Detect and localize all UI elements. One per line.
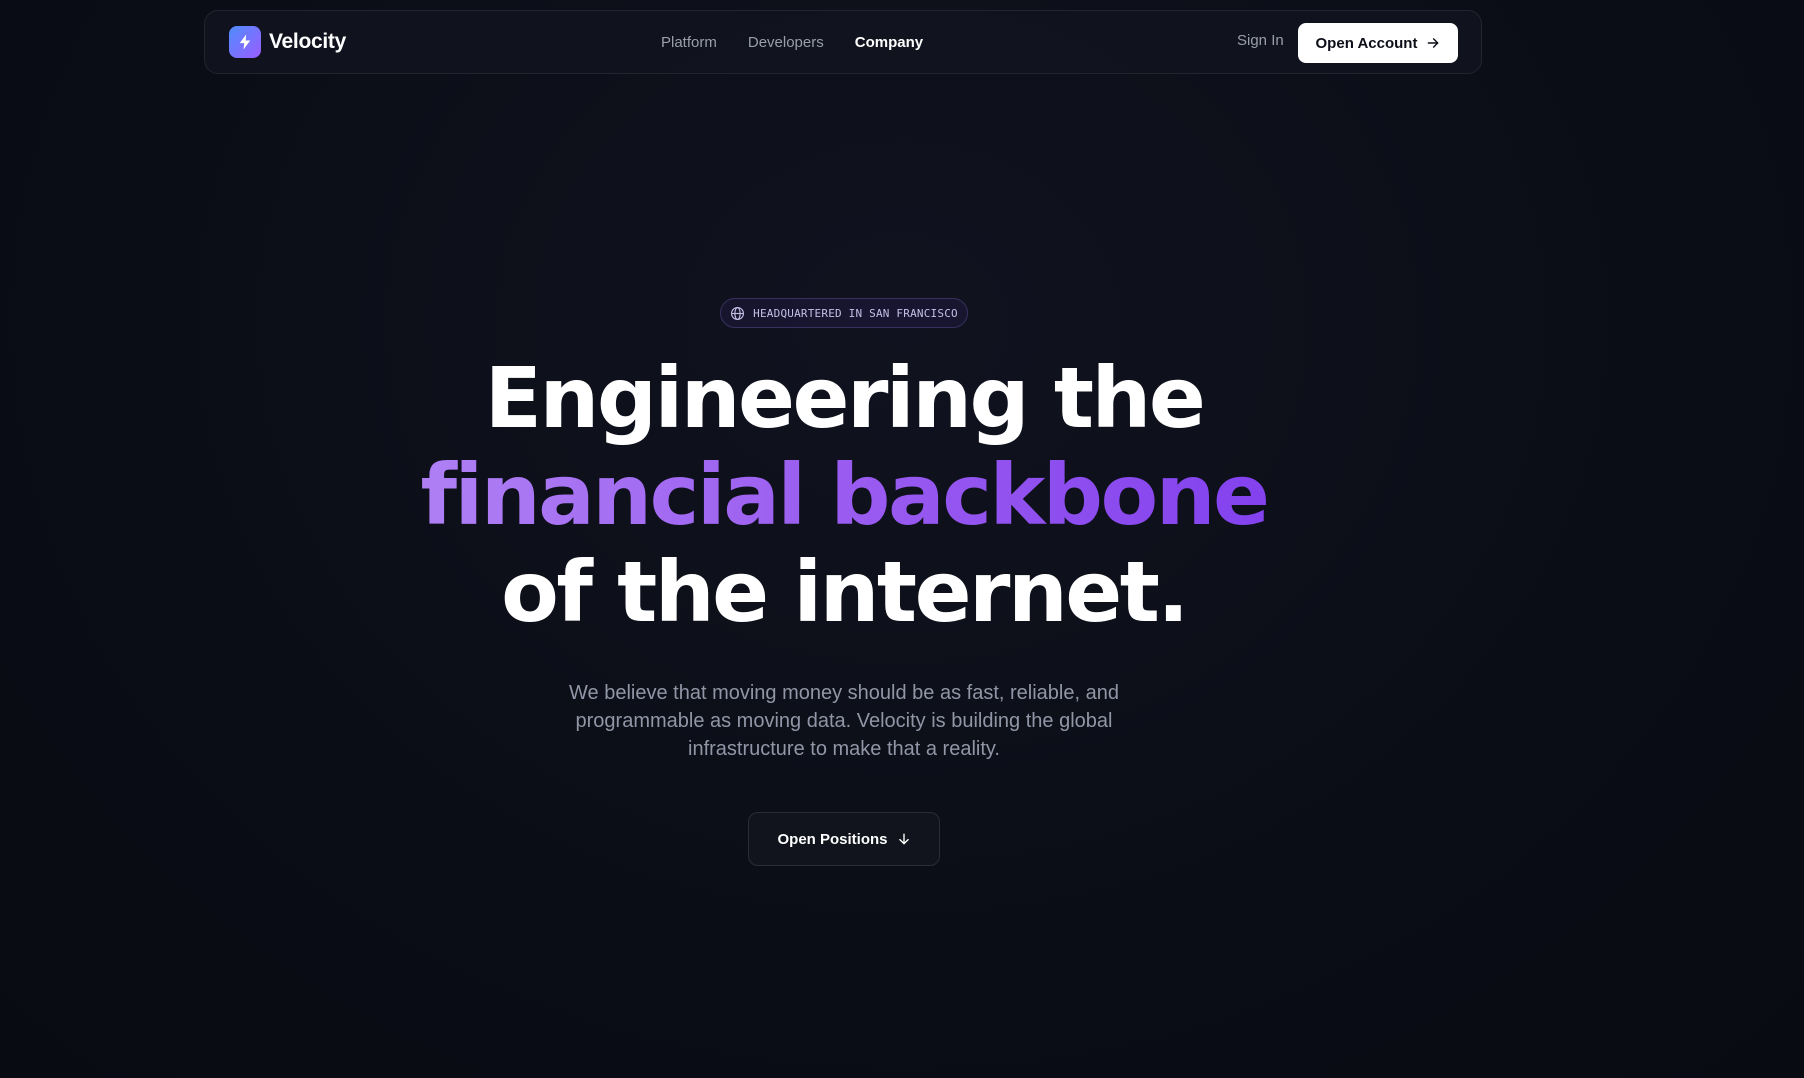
headline-line-3: of the internet. (501, 543, 1189, 641)
open-account-label: Open Account (1315, 34, 1418, 52)
badge-text: HEADQUARTERED IN SAN FRANCISCO (753, 306, 958, 320)
open-positions-button[interactable]: Open Positions (748, 812, 940, 866)
hero-subtext: We believe that moving money should be a… (569, 682, 1119, 760)
open-account-button[interactable]: Open Account (1298, 23, 1458, 63)
sign-in-link[interactable]: Sign In (1237, 32, 1284, 49)
brand-logo-link[interactable]: Velocity (229, 26, 346, 58)
nav-link-company[interactable]: Company (855, 34, 923, 51)
nav-link-platform[interactable]: Platform (661, 34, 717, 51)
headline-line-2-accent: financial backbone (300, 447, 1388, 544)
nav-link-developers[interactable]: Developers (748, 34, 824, 51)
lightning-bolt-icon (229, 26, 261, 58)
top-navbar: Velocity Platform Developers Company Sig… (204, 10, 1482, 74)
headline-line-1: Engineering the (484, 349, 1206, 447)
arrow-down-icon (897, 832, 911, 846)
arrow-right-icon (1426, 36, 1440, 50)
globe-icon (730, 306, 745, 321)
open-positions-label: Open Positions (777, 830, 888, 848)
location-badge: HEADQUARTERED IN SAN FRANCISCO (720, 298, 968, 328)
brand-name: Velocity (269, 30, 346, 53)
hero-headline: Engineering the financial backbone of th… (300, 350, 1388, 641)
nav-links: Platform Developers Company (661, 11, 954, 73)
